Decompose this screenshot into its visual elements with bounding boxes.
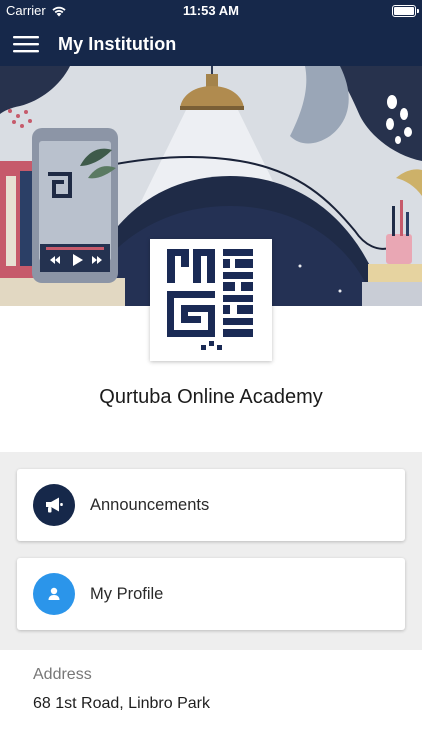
battery-icon bbox=[392, 5, 419, 17]
page-title: My Institution bbox=[58, 33, 177, 54]
battery-fill bbox=[394, 7, 414, 15]
megaphone-icon bbox=[46, 497, 63, 513]
announcements-label: Announcements bbox=[90, 495, 210, 514]
app-bar: My Institution bbox=[0, 22, 422, 66]
my-profile-card[interactable]: My Profile bbox=[17, 558, 405, 630]
address-section: Address 68 1st Road, Linbro Park bbox=[0, 650, 422, 750]
status-bar: Carrier 11:53 AM bbox=[0, 0, 422, 22]
institution-name: Qurtuba Online Academy bbox=[99, 386, 323, 408]
announcements-icon-badge bbox=[33, 484, 75, 526]
hamburger-menu-icon bbox=[13, 36, 39, 53]
address-value: 68 1st Road, Linbro Park bbox=[33, 695, 210, 712]
menu-section: Announcements My Profile bbox=[0, 452, 422, 650]
clock: 11:53 AM bbox=[183, 3, 239, 18]
menu-button[interactable] bbox=[0, 22, 52, 66]
profile-icon-badge bbox=[33, 573, 75, 615]
address-label: Address bbox=[33, 666, 92, 683]
my-profile-label: My Profile bbox=[90, 584, 164, 603]
institution-logo bbox=[150, 239, 272, 361]
person-icon bbox=[48, 587, 60, 600]
logo-mark bbox=[167, 249, 253, 350]
announcements-card[interactable]: Announcements bbox=[17, 469, 405, 541]
